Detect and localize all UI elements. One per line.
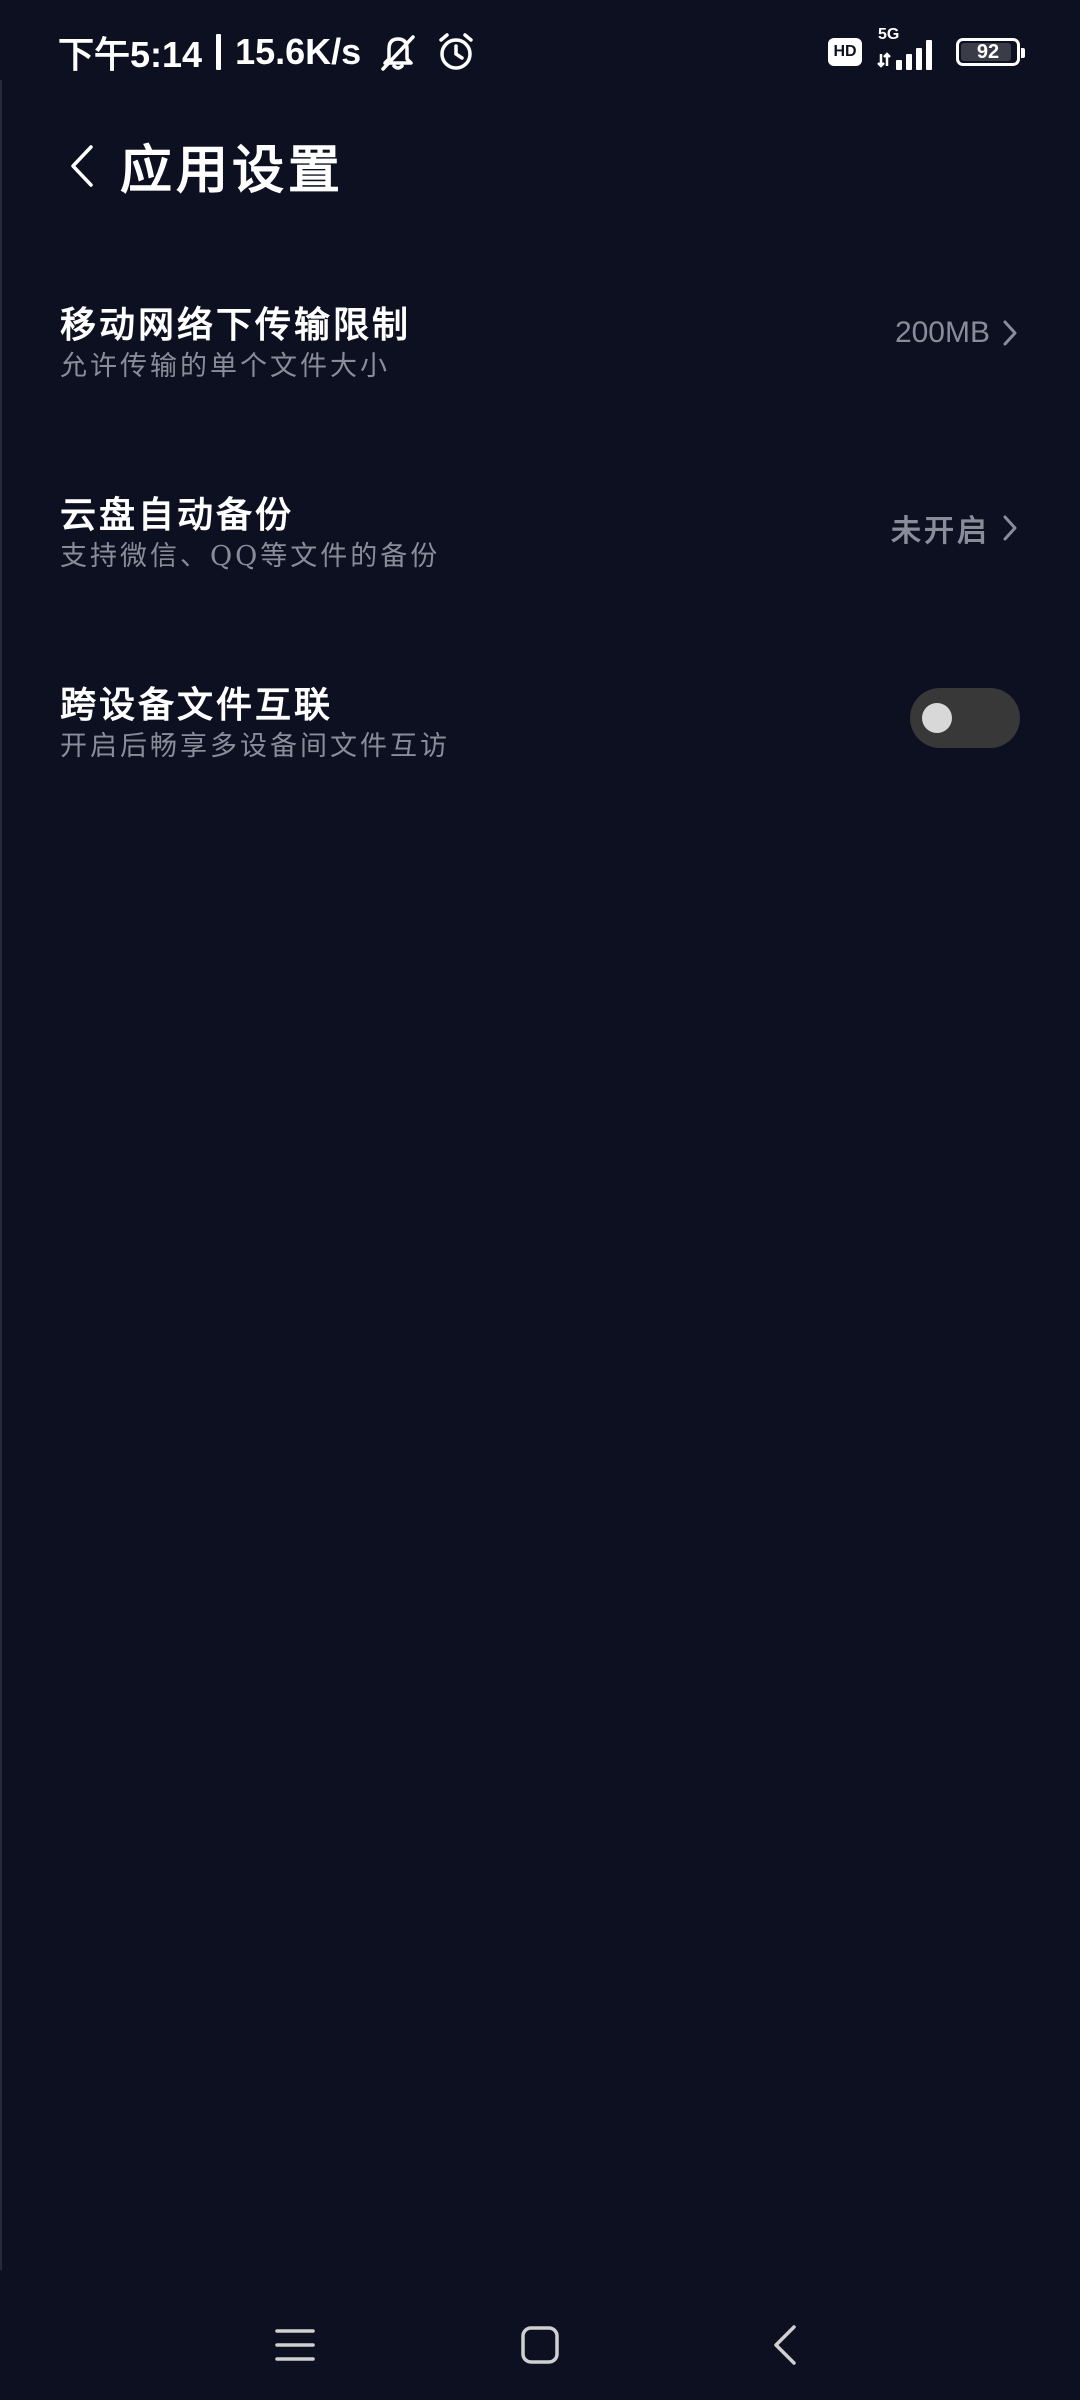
status-bar: 下午5:14 15.6K/s HD 5G 92 [0, 0, 1080, 104]
setting-row-transfer-limit[interactable]: 移动网络下传输限制 允许传输的单个文件大小 200MB [0, 296, 1080, 446]
setting-row-cloud-backup[interactable]: 云盘自动备份 支持微信、QQ等文件的备份 未开启 [0, 486, 1080, 636]
back-button[interactable] [52, 136, 112, 196]
back-icon [774, 2325, 796, 2365]
page-title: 应用设置 [120, 140, 345, 201]
setting-title: 跨设备文件互联 [60, 684, 334, 726]
bell-off-icon [381, 35, 415, 71]
status-net-speed: 15.6K/s [235, 31, 362, 72]
hd-badge: HD [828, 38, 862, 66]
chevron-right-icon [1003, 320, 1017, 346]
setting-subtitle: 支持微信、QQ等文件的备份 [60, 541, 441, 572]
battery-indicator: 92 [956, 38, 1025, 66]
setting-value: 200MB [895, 316, 1018, 350]
setting-subtitle: 允许传输的单个文件大小 [60, 351, 390, 382]
signal-icon [877, 40, 932, 70]
alarm-icon [439, 33, 473, 70]
battery-level: 92 [976, 40, 1000, 63]
status-right: HD 5G 92 [828, 26, 1025, 76]
cross-device-toggle[interactable] [910, 688, 1020, 748]
setting-value: 未开启 [891, 506, 1018, 550]
nav-menu-button[interactable] [260, 2310, 330, 2380]
nav-home-button[interactable] [505, 2310, 575, 2380]
nav-back-button[interactable] [750, 2310, 820, 2380]
toggle-knob [922, 703, 952, 733]
home-icon [521, 2326, 559, 2364]
navigation-bar [0, 2290, 1080, 2400]
setting-title: 云盘自动备份 [60, 494, 295, 536]
setting-value-text: 200MB [894, 316, 990, 349]
setting-row-cross-device: 跨设备文件互联 开启后畅享多设备间文件互访 [0, 676, 1080, 826]
menu-icon [275, 2329, 315, 2361]
status-time: 下午5:14 [58, 34, 203, 75]
setting-subtitle: 开启后畅享多设备间文件互访 [60, 731, 450, 762]
status-divider [216, 34, 222, 70]
status-left: 下午5:14 15.6K/s [58, 26, 477, 78]
chevron-left-icon [71, 145, 93, 187]
setting-value-text: 未开启 [891, 514, 990, 549]
setting-title: 移动网络下传输限制 [60, 304, 412, 346]
signal-indicator: 5G [876, 26, 942, 74]
header: 应用设置 [0, 120, 1080, 210]
chevron-right-icon [1003, 515, 1017, 541]
